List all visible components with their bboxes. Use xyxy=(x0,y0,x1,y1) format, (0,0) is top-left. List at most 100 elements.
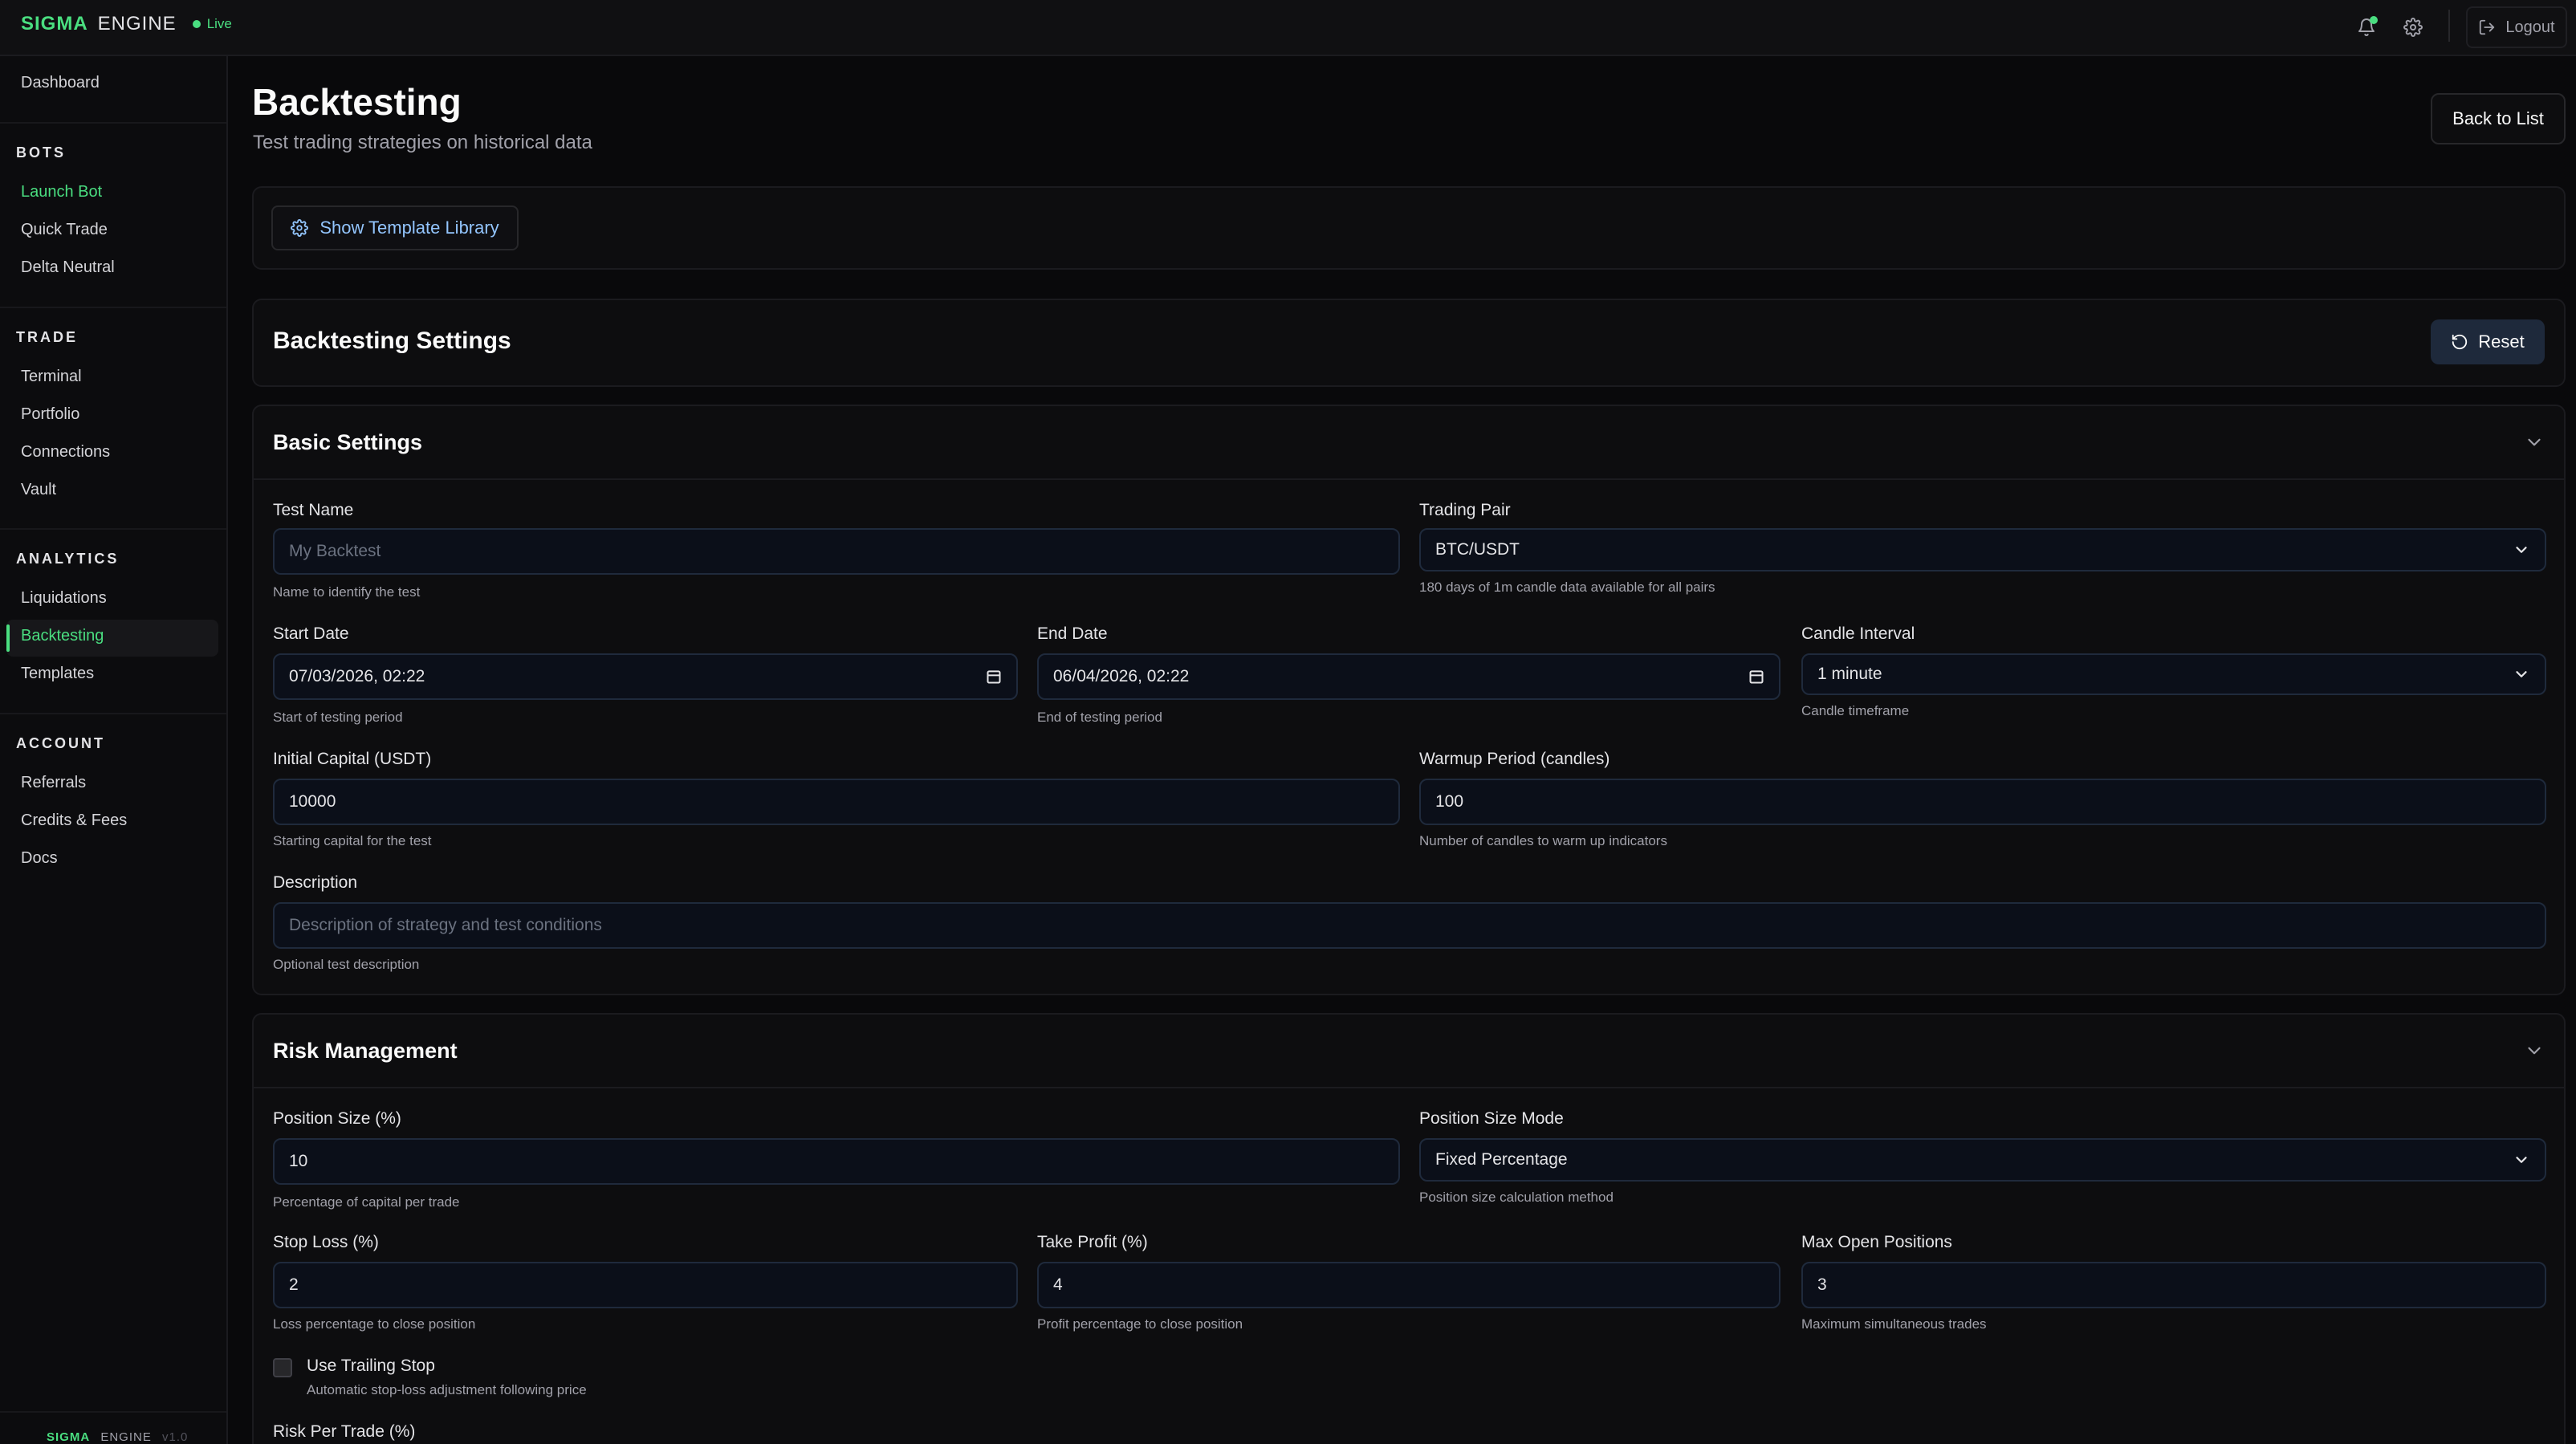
sidebar: Dashboard BOTS Launch Bot Quick Trade De… xyxy=(0,56,228,1444)
notification-indicator xyxy=(2370,16,2378,24)
sidebar-divider xyxy=(0,528,226,530)
trailing-stop-checkbox[interactable] xyxy=(273,1358,292,1377)
trailing-stop-label[interactable]: Use Trailing Stop xyxy=(307,1357,435,1376)
sidebar-item-liquidations[interactable]: Liquidations xyxy=(21,589,107,608)
position-size-label: Position Size (%) xyxy=(273,1109,401,1128)
stop-loss-label: Stop Loss (%) xyxy=(273,1233,379,1251)
position-size-help: Percentage of capital per trade xyxy=(273,1194,460,1210)
notifications-button[interactable] xyxy=(2346,6,2387,48)
trading-pair-select[interactable]: BTC/USDT xyxy=(1419,528,2546,571)
risk-management-title[interactable]: Risk Management xyxy=(273,1039,458,1064)
section-divider xyxy=(254,478,2564,480)
gear-icon xyxy=(2403,18,2423,37)
initial-capital-input[interactable]: 10000 xyxy=(273,779,1400,825)
position-size-mode-value: Fixed Percentage xyxy=(1435,1150,1568,1169)
brand-primary: SIGMA xyxy=(21,13,88,35)
calendar-icon[interactable] xyxy=(986,669,1002,685)
end-date-input[interactable]: 06/04/2026, 02:22 xyxy=(1037,653,1780,700)
sidebar-active-indicator xyxy=(6,624,10,652)
sidebar-item-launch-bot[interactable]: Launch Bot xyxy=(21,183,102,201)
candle-interval-select[interactable]: 1 minute xyxy=(1801,653,2546,695)
rotate-ccw-icon xyxy=(2452,334,2468,350)
test-name-help: Name to identify the test xyxy=(273,584,421,600)
start-date-value: 07/03/2026, 02:22 xyxy=(289,667,425,685)
stop-loss-help: Loss percentage to close position xyxy=(273,1316,476,1332)
test-name-input[interactable]: My Backtest xyxy=(273,528,1400,575)
end-date-help: End of testing period xyxy=(1037,710,1162,725)
sidebar-item-docs[interactable]: Docs xyxy=(21,849,58,868)
sidebar-item-credits-fees[interactable]: Credits & Fees xyxy=(21,811,127,830)
brand[interactable]: SIGMA ENGINE Live xyxy=(21,13,232,35)
warmup-period-input[interactable]: 100 xyxy=(1419,779,2546,825)
trailing-stop-help: Automatic stop-loss adjustment following… xyxy=(307,1382,587,1397)
chevron-down-icon[interactable] xyxy=(2524,1040,2545,1061)
description-label: Description xyxy=(273,873,358,892)
sidebar-item-connections[interactable]: Connections xyxy=(21,443,110,462)
template-library-card xyxy=(252,186,2566,270)
sidebar-item-backtesting[interactable]: Backtesting xyxy=(21,627,104,645)
app-version: v1.0 xyxy=(162,1430,189,1444)
position-size-input[interactable]: 10 xyxy=(273,1138,1400,1185)
test-name-label: Test Name xyxy=(273,501,354,519)
logout-label: Logout xyxy=(2505,18,2555,36)
sidebar-item-referrals[interactable]: Referrals xyxy=(21,774,86,792)
candle-interval-label: Candle Interval xyxy=(1801,624,1915,643)
backtesting-settings-card xyxy=(252,299,2566,387)
back-to-list-button[interactable]: Back to List xyxy=(2431,93,2566,144)
reset-label: Reset xyxy=(2478,332,2525,352)
trading-pair-label: Trading Pair xyxy=(1419,501,1511,519)
topbar-divider xyxy=(2448,10,2450,42)
sidebar-item-delta-neutral[interactable]: Delta Neutral xyxy=(21,258,115,277)
settings-button[interactable] xyxy=(2392,6,2434,48)
position-size-mode-label: Position Size Mode xyxy=(1419,1109,1564,1128)
sidebar-divider xyxy=(0,307,226,308)
footer-brand-primary: SIGMA xyxy=(47,1430,91,1444)
page-subtitle: Test trading strategies on historical da… xyxy=(253,132,592,153)
chevron-down-icon xyxy=(2516,547,2527,553)
chevron-down-icon[interactable] xyxy=(2524,432,2545,453)
stop-loss-input[interactable]: 2 xyxy=(273,1262,1018,1308)
description-input[interactable]: Description of strategy and test conditi… xyxy=(273,902,2546,949)
section-divider xyxy=(254,1087,2564,1088)
max-open-positions-input[interactable]: 3 xyxy=(1801,1262,2546,1308)
basic-settings-title[interactable]: Basic Settings xyxy=(273,430,422,455)
end-date-value: 06/04/2026, 02:22 xyxy=(1053,667,1190,685)
max-open-positions-help: Maximum simultaneous trades xyxy=(1801,1316,1987,1332)
sidebar-item-templates[interactable]: Templates xyxy=(21,665,94,683)
template-library-label: Show Template Library xyxy=(319,218,499,238)
logout-button[interactable]: Logout xyxy=(2466,6,2567,48)
trading-pair-help: 180 days of 1m candle data available for… xyxy=(1419,580,1715,595)
sidebar-section-account: ACCOUNT xyxy=(16,735,105,751)
end-date-label: End Date xyxy=(1037,624,1108,643)
start-date-input[interactable]: 07/03/2026, 02:22 xyxy=(273,653,1018,700)
initial-capital-label: Initial Capital (USDT) xyxy=(273,750,432,768)
sidebar-item-quick-trade[interactable]: Quick Trade xyxy=(21,221,108,239)
brand-secondary: ENGINE xyxy=(97,13,177,35)
trading-pair-value: BTC/USDT xyxy=(1435,540,1520,559)
gear-icon xyxy=(291,219,309,237)
sidebar-divider xyxy=(0,713,226,714)
sidebar-item-vault[interactable]: Vault xyxy=(21,481,56,499)
initial-capital-help: Starting capital for the test xyxy=(273,833,432,848)
backtesting-settings-title: Backtesting Settings xyxy=(273,327,511,354)
candle-interval-value: 1 minute xyxy=(1817,665,1882,683)
start-date-label: Start Date xyxy=(273,624,349,643)
sidebar-footer: SIGMA ENGINE v1.0 xyxy=(47,1430,188,1444)
calendar-icon[interactable] xyxy=(1748,669,1764,685)
reset-button[interactable]: Reset xyxy=(2431,319,2545,364)
sidebar-section-trade: TRADE xyxy=(16,329,78,345)
take-profit-input[interactable]: 4 xyxy=(1037,1262,1780,1308)
top-bar: SIGMA ENGINE Live Logout xyxy=(0,0,2576,56)
sidebar-item-portfolio[interactable]: Portfolio xyxy=(21,405,79,424)
sidebar-item-dashboard[interactable]: Dashboard xyxy=(21,74,100,92)
show-template-library-button[interactable]: Show Template Library xyxy=(271,205,519,250)
logout-icon xyxy=(2480,19,2495,35)
take-profit-help: Profit percentage to close position xyxy=(1037,1316,1243,1332)
risk-per-trade-label: Risk Per Trade (%) xyxy=(273,1422,416,1441)
chevron-down-icon xyxy=(2516,1157,2527,1163)
page-title: Backtesting xyxy=(252,81,462,123)
footer-brand-secondary: ENGINE xyxy=(100,1430,152,1444)
position-size-mode-select[interactable]: Fixed Percentage xyxy=(1419,1138,2546,1182)
risk-management-card xyxy=(252,1013,2566,1444)
sidebar-item-terminal[interactable]: Terminal xyxy=(21,368,82,386)
